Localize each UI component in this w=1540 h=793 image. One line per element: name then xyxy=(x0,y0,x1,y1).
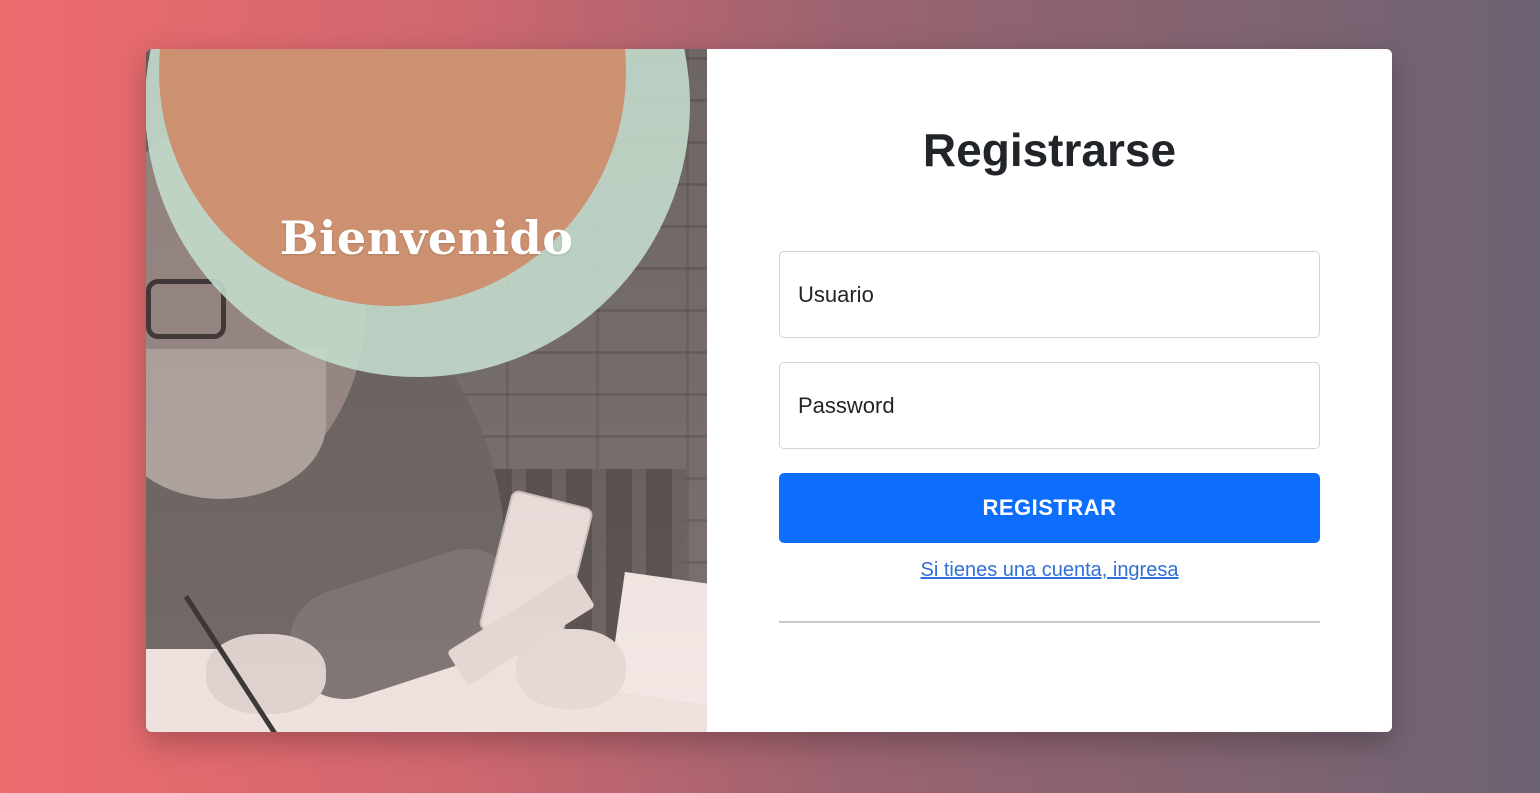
welcome-heading: Bienvenido xyxy=(279,211,574,265)
hero-panel: Bienvenido xyxy=(146,49,707,732)
password-input[interactable] xyxy=(779,362,1320,449)
register-button[interactable]: REGISTRAR xyxy=(779,473,1320,543)
form-title: Registrarse xyxy=(922,124,1177,176)
register-card: Bienvenido Registrarse REGISTRAR Si tien… xyxy=(146,49,1392,732)
login-link[interactable]: Si tienes una cuenta, ingresa xyxy=(707,559,1392,582)
username-input[interactable] xyxy=(779,251,1320,338)
register-form-panel: Registrarse REGISTRAR Si tienes una cuen… xyxy=(707,49,1392,732)
divider xyxy=(779,621,1320,623)
